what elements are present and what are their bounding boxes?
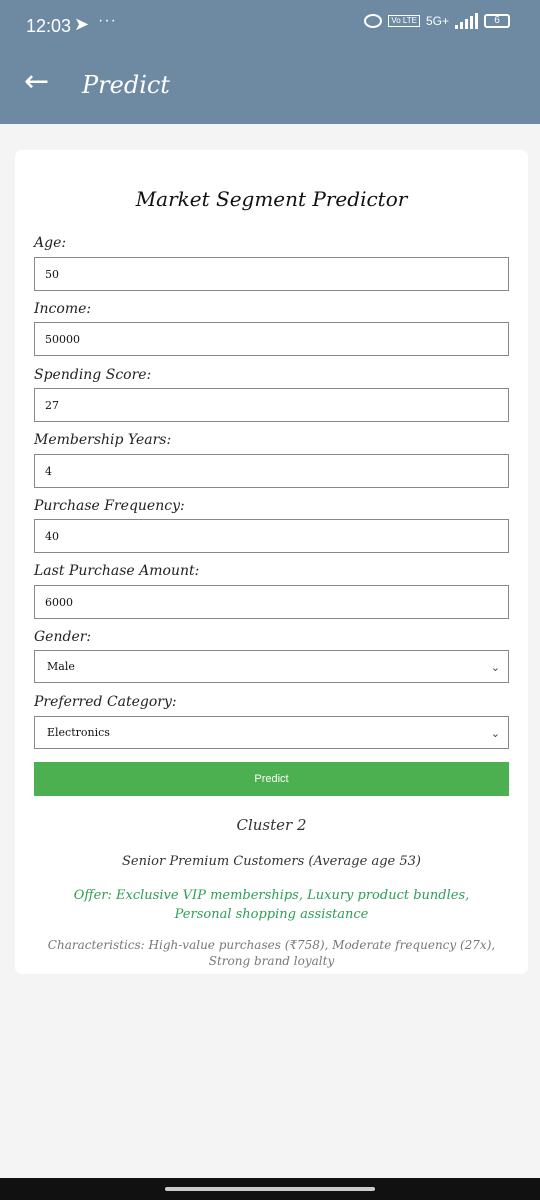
gender-selected-value: Male xyxy=(47,660,75,673)
gender-label: Gender: xyxy=(34,629,92,645)
chevron-down-icon: ⌄ xyxy=(490,727,500,740)
age-label: Age: xyxy=(34,235,67,251)
last-purchase-amount-label: Last Purchase Amount: xyxy=(34,563,200,579)
network-type: 5G+ xyxy=(425,14,449,28)
status-icons: Vo LTE 5G+ 6 xyxy=(364,13,510,29)
status-time: 12:03 xyxy=(26,16,72,36)
purchase-frequency-input[interactable] xyxy=(34,519,509,553)
volte-badge: Vo LTE xyxy=(388,15,420,27)
result-segment: Senior Premium Customers (Average age 53… xyxy=(122,854,421,869)
home-indicator[interactable] xyxy=(165,1187,375,1191)
preferred-category-label: Preferred Category: xyxy=(34,694,177,710)
telegram-send-icon: ➤ xyxy=(74,14,90,34)
membership-years-input[interactable] xyxy=(34,454,509,488)
income-label: Income: xyxy=(34,301,92,317)
age-input[interactable] xyxy=(34,257,509,291)
purchase-frequency-label: Purchase Frequency: xyxy=(34,498,185,514)
chevron-down-icon: ⌄ xyxy=(490,661,500,674)
battery-icon: 6 xyxy=(484,14,510,28)
status-overflow-dots: ··· xyxy=(98,12,117,29)
predictor-card: Market Segment Predictor Age: Income: Sp… xyxy=(15,150,528,974)
income-input[interactable] xyxy=(34,322,509,356)
form-title: Market Segment Predictor xyxy=(135,187,408,211)
membership-years-label: Membership Years: xyxy=(34,432,172,448)
page-title: Predict xyxy=(82,71,170,99)
spending-score-input[interactable] xyxy=(34,388,509,422)
signal-icon xyxy=(455,13,478,29)
back-arrow-icon[interactable]: ← xyxy=(24,67,49,97)
app-bar: ← Predict xyxy=(0,47,540,124)
spending-score-label: Spending Score: xyxy=(34,367,152,383)
system-nav-bar xyxy=(0,1178,540,1200)
last-purchase-amount-input[interactable] xyxy=(34,585,509,619)
result-offer: Offer: Exclusive VIP memberships, Luxury… xyxy=(73,888,470,922)
result-characteristics: Characteristics: High-value purchases (₹… xyxy=(47,938,496,968)
hotspot-icon xyxy=(364,14,383,28)
status-bar: 12:03 ➤ ··· Vo LTE 5G+ 6 xyxy=(0,0,540,47)
category-selected-value: Electronics xyxy=(47,726,110,739)
predict-button[interactable]: Predict xyxy=(34,762,509,796)
result-cluster: Cluster 2 xyxy=(236,816,307,834)
gender-select[interactable]: Male ⌄ xyxy=(34,650,509,683)
preferred-category-select[interactable]: Electronics ⌄ xyxy=(34,716,509,749)
